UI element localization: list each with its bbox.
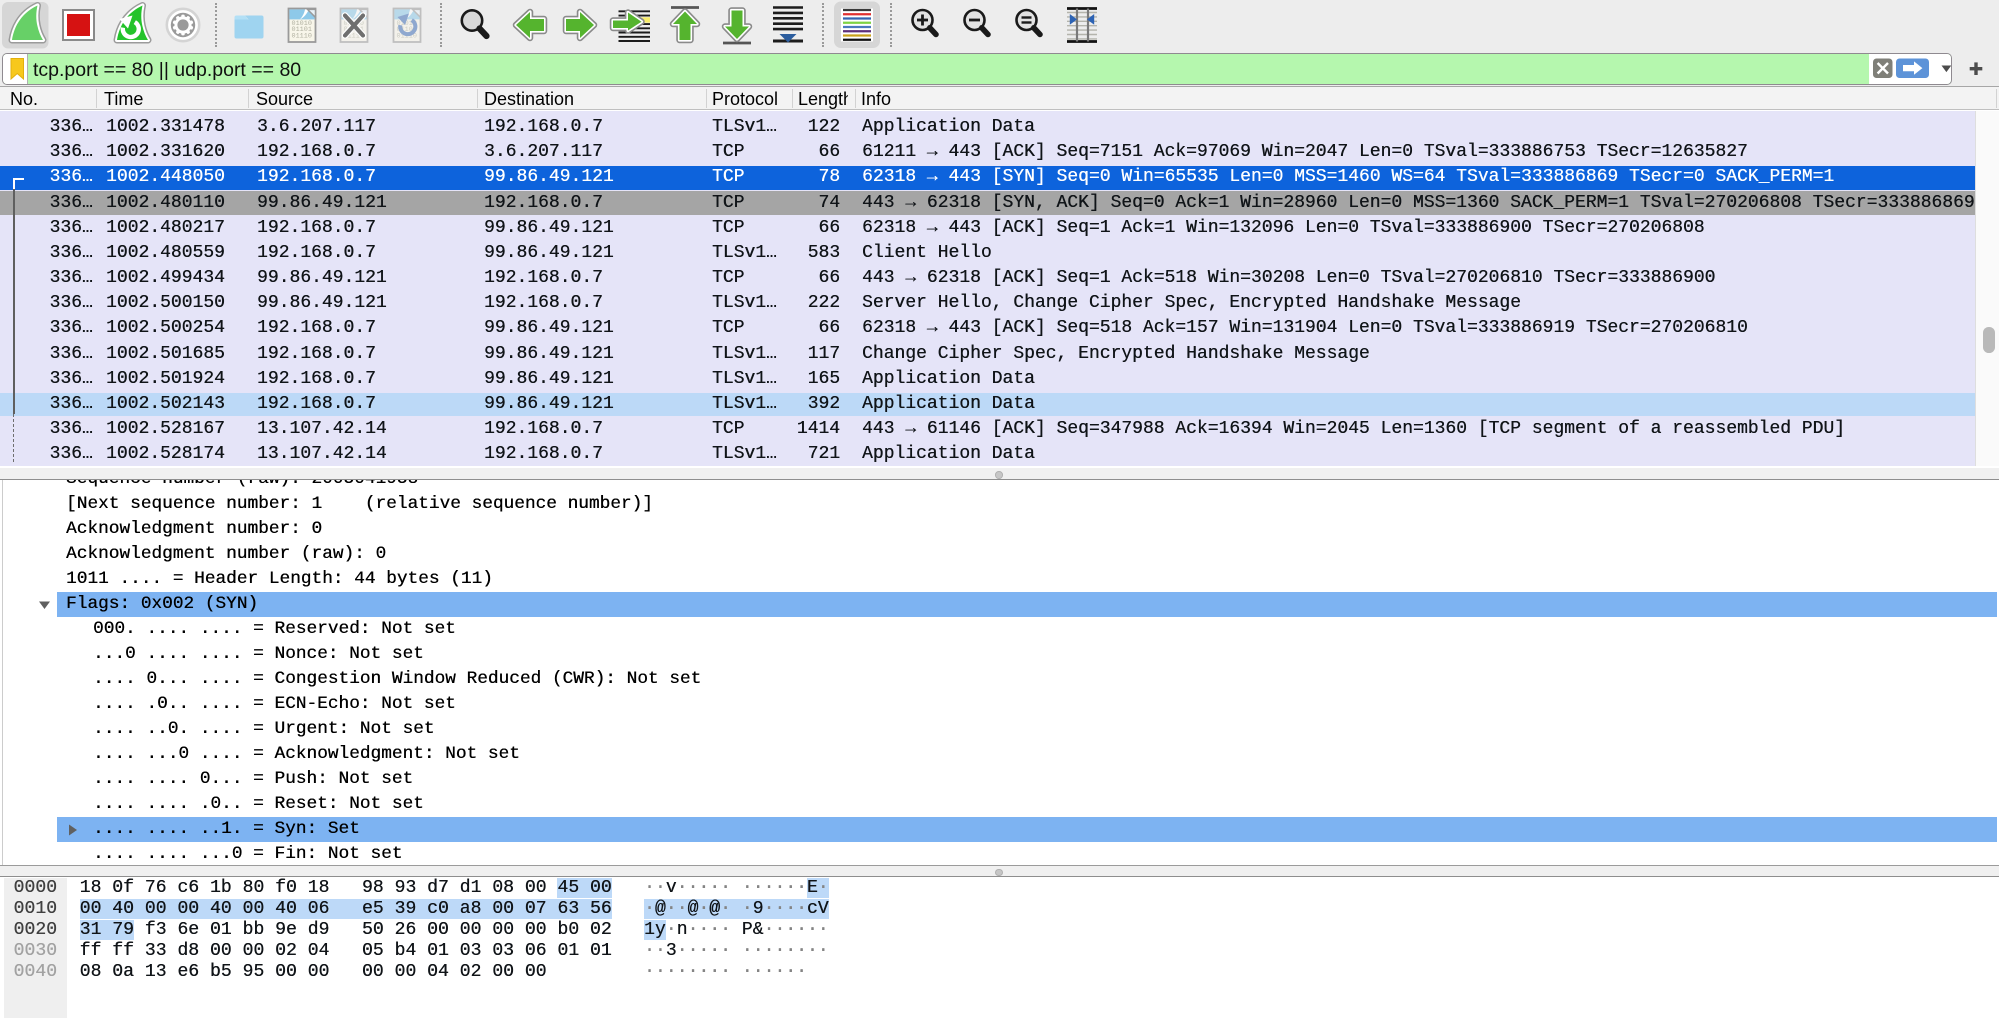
svg-text:01110: 01110 — [292, 32, 312, 40]
